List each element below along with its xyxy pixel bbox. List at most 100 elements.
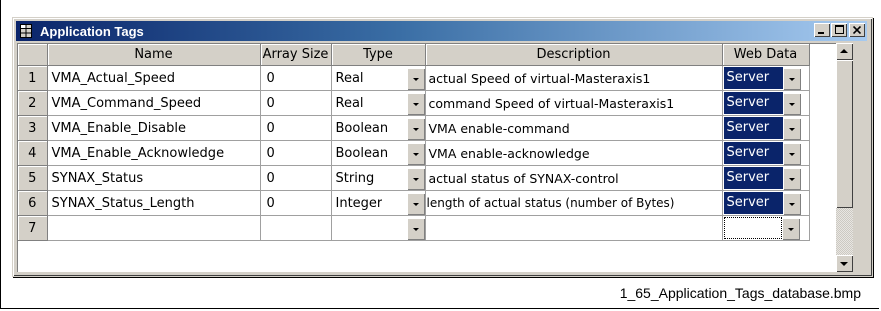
- web-data-cell[interactable]: Server: [722, 90, 810, 116]
- name-cell[interactable]: VMA_Enable_Acknowledge: [47, 140, 261, 166]
- description-cell[interactable]: actual status of SYNAX-control: [425, 165, 723, 191]
- row-number[interactable]: 2: [18, 90, 48, 116]
- web-data-cell[interactable]: [722, 215, 810, 241]
- chevron-down-icon[interactable]: [782, 192, 801, 215]
- name-text: SYNAX_Status_Length: [51, 195, 195, 211]
- header-row: Name Array Size Type Description Web Dat…: [18, 44, 810, 66]
- array-size-text: 0: [266, 70, 275, 86]
- array-size-cell[interactable]: 0: [260, 115, 332, 141]
- application-tags-window: Application Tags Name Array Size Type De…: [12, 17, 873, 277]
- name-cell[interactable]: VMA_Actual_Speed: [47, 65, 261, 91]
- array-size-cell[interactable]: 0: [260, 65, 332, 91]
- array-size-cell[interactable]: 0: [260, 165, 332, 191]
- name-cell[interactable]: VMA_Command_Speed: [47, 90, 261, 116]
- web-data-value: Server: [723, 142, 783, 164]
- web-data-cell[interactable]: Server: [722, 115, 810, 141]
- table-row: 5 SYNAX_Status 0 String actual status of…: [18, 165, 810, 191]
- name-cell[interactable]: SYNAX_Status: [47, 165, 261, 191]
- chevron-down-icon[interactable]: [406, 142, 424, 165]
- table-row: 2 VMA_Command_Speed 0 Real command Speed…: [18, 90, 810, 116]
- row-number[interactable]: 1: [18, 65, 48, 91]
- web-data-cell[interactable]: Server: [722, 65, 810, 91]
- maximize-icon: [834, 24, 844, 36]
- chevron-down-icon[interactable]: [406, 217, 424, 240]
- type-cell[interactable]: Real: [331, 90, 426, 116]
- web-data-cell[interactable]: Server: [722, 190, 810, 216]
- chevron-down-icon[interactable]: [781, 217, 800, 240]
- close-icon: [852, 25, 862, 36]
- description-cell[interactable]: command Speed of virtual-Masteraxis1: [425, 90, 723, 116]
- type-cell[interactable]: [331, 215, 426, 241]
- row-number[interactable]: 3: [18, 115, 48, 141]
- maximize-button[interactable]: [831, 23, 847, 37]
- type-text: Real: [335, 70, 364, 86]
- array-size-text: 0: [266, 120, 275, 136]
- array-size-cell[interactable]: [260, 215, 332, 241]
- description-text: VMA enable-acknowledge: [428, 145, 590, 161]
- name-cell[interactable]: VMA_Enable_Disable: [47, 115, 261, 141]
- vertical-scrollbar[interactable]: [836, 43, 853, 272]
- array-size-cell[interactable]: 0: [260, 90, 332, 116]
- type-text: Real: [335, 95, 364, 111]
- title-bar[interactable]: Application Tags: [16, 21, 867, 41]
- table-row: 3 VMA_Enable_Disable 0 Boolean VMA enabl…: [18, 115, 810, 141]
- type-text: String: [335, 170, 375, 186]
- table-row-new: 7: [18, 215, 810, 241]
- name-cell[interactable]: [47, 215, 261, 241]
- chevron-down-icon[interactable]: [782, 167, 801, 190]
- web-data-value: Server: [723, 67, 783, 89]
- type-text: Integer: [335, 195, 383, 211]
- chevron-down-icon[interactable]: [782, 92, 801, 115]
- chevron-down-icon[interactable]: [782, 142, 801, 165]
- description-text: actual Speed of virtual-Masteraxis1: [428, 70, 651, 86]
- chevron-down-icon[interactable]: [782, 67, 801, 90]
- description-text: command Speed of virtual-Masteraxis1: [428, 95, 675, 111]
- chevron-down-icon[interactable]: [406, 117, 424, 140]
- header-name[interactable]: Name: [47, 44, 261, 66]
- description-cell[interactable]: actual Speed of virtual-Masteraxis1: [425, 65, 723, 91]
- header-type[interactable]: Type: [331, 44, 426, 66]
- scrollbar-thumb[interactable]: [836, 60, 853, 208]
- web-data-cell[interactable]: Server: [722, 140, 810, 166]
- row-number[interactable]: 4: [18, 140, 48, 166]
- row-number[interactable]: 5: [18, 165, 48, 191]
- type-cell[interactable]: Real: [331, 65, 426, 91]
- name-cell[interactable]: SYNAX_Status_Length: [47, 190, 261, 216]
- array-size-text: 0: [266, 95, 275, 111]
- arrow-down-icon[interactable]: [836, 255, 853, 272]
- window-title: Application Tags: [40, 23, 144, 39]
- header-description[interactable]: Description: [425, 44, 723, 66]
- window-controls: [813, 23, 865, 37]
- web-data-cell[interactable]: Server: [722, 165, 810, 191]
- header-corner[interactable]: [18, 44, 48, 66]
- description-text: length of actual status (number of Bytes…: [426, 196, 675, 210]
- header-array-size[interactable]: Array Size: [260, 44, 332, 66]
- chevron-down-icon[interactable]: [406, 192, 424, 215]
- web-data-focus[interactable]: [723, 217, 782, 239]
- row-number[interactable]: 6: [18, 190, 48, 216]
- description-cell[interactable]: VMA enable-command: [425, 115, 723, 141]
- row-number[interactable]: 7: [18, 215, 48, 241]
- arrow-up-icon[interactable]: [836, 43, 853, 60]
- type-cell[interactable]: String: [331, 165, 426, 191]
- description-cell[interactable]: VMA enable-acknowledge: [425, 140, 723, 166]
- minimize-icon: [818, 25, 826, 36]
- close-button[interactable]: [849, 23, 865, 37]
- chevron-down-icon[interactable]: [406, 167, 424, 190]
- chevron-down-icon[interactable]: [406, 92, 424, 115]
- array-size-cell[interactable]: 0: [260, 190, 332, 216]
- type-cell[interactable]: Boolean: [331, 140, 426, 166]
- type-cell[interactable]: Integer: [331, 190, 426, 216]
- grid-icon: [20, 24, 34, 38]
- image-caption: 1_65_Application_Tags_database.bmp: [619, 285, 861, 301]
- description-cell[interactable]: [425, 215, 723, 241]
- type-cell[interactable]: Boolean: [331, 115, 426, 141]
- minimize-button[interactable]: [814, 23, 830, 37]
- web-data-value: Server: [723, 167, 783, 189]
- description-cell[interactable]: length of actual status (number of Bytes…: [425, 190, 723, 216]
- chevron-down-icon[interactable]: [782, 117, 801, 140]
- chevron-down-icon[interactable]: [406, 67, 424, 90]
- tags-table: Name Array Size Type Description Web Dat…: [18, 44, 810, 241]
- array-size-cell[interactable]: 0: [260, 140, 332, 166]
- header-web-data[interactable]: Web Data: [722, 44, 810, 66]
